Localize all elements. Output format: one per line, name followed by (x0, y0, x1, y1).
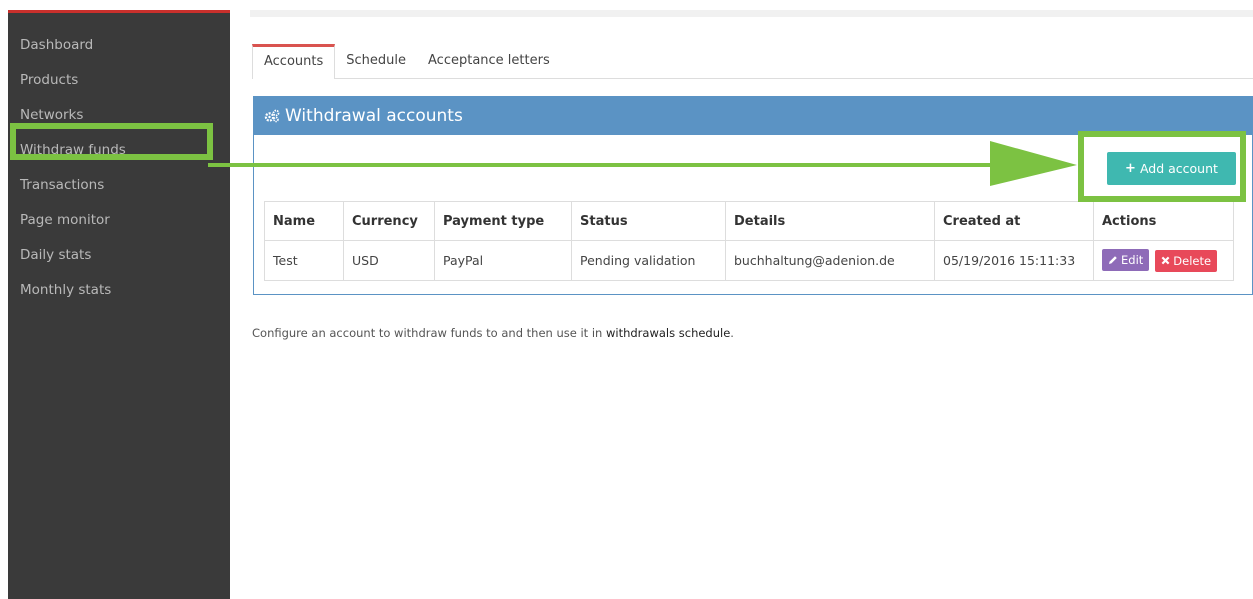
sidebar-item-page-monitor[interactable]: Page monitor (8, 203, 230, 238)
tab-acceptance-letters[interactable]: Acceptance letters (417, 44, 561, 78)
sidebar-item-monthly-stats[interactable]: Monthly stats (8, 273, 230, 308)
sidebar-item-networks[interactable]: Networks (8, 98, 230, 133)
column-header-name: Name (264, 201, 344, 241)
column-header-details: Details (725, 201, 935, 241)
table-row: Test USD PayPal Pending validation buchh… (264, 240, 1234, 281)
help-text-body: Configure an account to withdraw funds t… (252, 326, 606, 340)
add-account-button[interactable]: + Add account (1107, 152, 1236, 185)
tab-accounts[interactable]: Accounts (252, 44, 336, 79)
tab-bar: Accounts Schedule Acceptance letters (252, 44, 1253, 79)
delete-button[interactable]: Delete (1155, 249, 1218, 272)
tab-schedule[interactable]: Schedule (335, 44, 417, 78)
help-text-suffix: . (730, 326, 734, 340)
cell-actions: Edit Delete (1093, 240, 1234, 281)
column-header-status: Status (571, 201, 726, 241)
table-header-row: Name Currency Payment type Status Detail… (264, 201, 1234, 241)
sidebar-item-withdraw-funds[interactable]: Withdraw funds (8, 133, 230, 168)
sidebar: Dashboard Products Networks Withdraw fun… (8, 10, 230, 599)
edit-label: Edit (1121, 253, 1144, 268)
cell-created-at: 05/19/2016 15:11:33 (934, 240, 1094, 281)
column-header-actions: Actions (1093, 201, 1234, 241)
panel-title: Withdrawal accounts (285, 106, 463, 126)
column-header-created-at: Created at (934, 201, 1094, 241)
add-account-label: Add account (1139, 161, 1218, 176)
sidebar-item-products[interactable]: Products (8, 63, 230, 98)
delete-label: Delete (1173, 253, 1212, 268)
panel-heading: Withdrawal accounts (254, 97, 1252, 135)
sidebar-item-dashboard[interactable]: Dashboard (8, 28, 230, 63)
help-text: Configure an account to withdraw funds t… (252, 326, 734, 340)
cell-name: Test (264, 240, 344, 281)
cell-status: Pending validation (571, 240, 726, 281)
sidebar-item-daily-stats[interactable]: Daily stats (8, 238, 230, 273)
accounts-table: Name Currency Payment type Status Detail… (264, 201, 1234, 281)
withdrawal-accounts-panel: Withdrawal accounts + Add account Name C… (253, 96, 1253, 295)
top-bar (250, 10, 1253, 17)
cell-currency: USD (343, 240, 435, 281)
column-header-payment-type: Payment type (434, 201, 572, 241)
sidebar-item-transactions[interactable]: Transactions (8, 168, 230, 203)
cell-payment-type: PayPal (434, 240, 572, 281)
gears-icon (264, 109, 280, 123)
edit-button[interactable]: Edit (1102, 249, 1150, 272)
cell-details: buchhaltung@adenion.de (725, 240, 935, 281)
pencil-icon (1109, 256, 1117, 265)
close-icon (1161, 256, 1170, 265)
column-header-currency: Currency (343, 201, 435, 241)
plus-icon: + (1125, 161, 1136, 176)
withdrawals-schedule-link[interactable]: withdrawals schedule (606, 326, 730, 340)
